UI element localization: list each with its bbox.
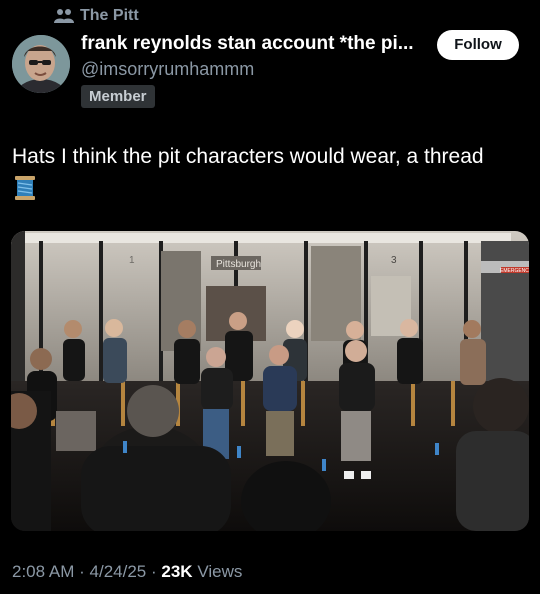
views-count: 23K — [161, 562, 193, 581]
panel-photo-illustration: Pittsburgh 1 3 EMERGENCY — [11, 231, 529, 531]
post-date[interactable]: 4/24/25 — [90, 562, 147, 581]
author-avatar[interactable] — [12, 35, 70, 93]
member-badge: Member — [81, 85, 155, 108]
svg-text:3: 3 — [391, 255, 397, 266]
post-photo[interactable]: Pittsburgh 1 3 EMERGENCY — [11, 231, 529, 531]
author-handle[interactable]: @imsorryrumhammm — [81, 59, 254, 80]
svg-text:Pittsburgh: Pittsburgh — [216, 259, 261, 270]
community-header[interactable]: The Pitt — [54, 6, 139, 26]
svg-text:1: 1 — [129, 255, 135, 266]
follow-button[interactable]: Follow — [437, 30, 519, 60]
meta-separator: · — [150, 562, 157, 581]
svg-text:EMERGENCY: EMERGENCY — [500, 268, 529, 274]
author-display-name[interactable]: frank reynolds stan account *the pi... — [81, 33, 414, 55]
post-text: Hats I think the pit characters would we… — [12, 145, 484, 168]
community-name[interactable]: The Pitt — [80, 7, 139, 25]
community-icon — [54, 9, 74, 23]
views-label: Views — [197, 562, 243, 581]
spool-of-thread-icon — [15, 176, 35, 200]
post-time[interactable]: 2:08 AM — [12, 562, 74, 581]
post-meta: 2:08 AM · 4/24/25 · 23K Views — [12, 562, 242, 582]
meta-separator: · — [79, 562, 85, 581]
